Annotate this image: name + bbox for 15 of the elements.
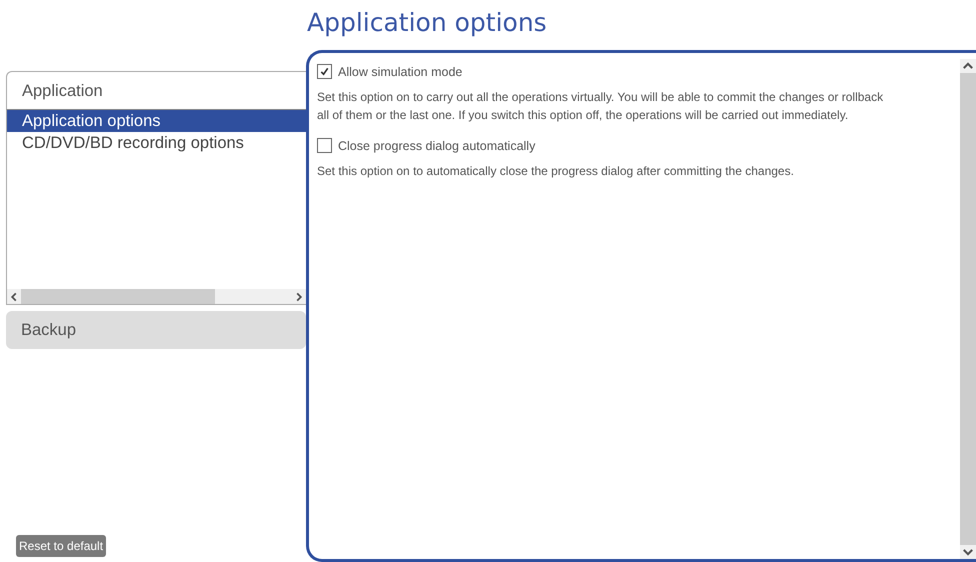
group-header[interactable]: Backup <box>6 311 306 349</box>
list-item[interactable]: Application options <box>7 110 306 132</box>
option-description: Set this option on to automatically close the progress dialog after committing the changes. <box>317 163 795 180</box>
page-title: Application options <box>307 8 547 37</box>
group-header[interactable]: Application <box>6 71 306 110</box>
vertical-scrollbar[interactable] <box>960 59 976 559</box>
option-label[interactable]: Allow simulation mode <box>338 64 462 78</box>
reset-button[interactable]: Reset to default <box>16 535 106 557</box>
checkbox[interactable] <box>317 138 332 153</box>
horizontal-scrollbar[interactable] <box>7 289 306 304</box>
option-label[interactable]: Close progress dialog automatically <box>338 138 536 152</box>
option-description: Set this option on to carry out all the operations virtually. You will be able to commit the changes or rollback all of them or the last one. If you switch this option off, the operations will be carried out immediately. <box>317 89 884 124</box>
list-item[interactable]: CD/DVD/BD recording options <box>7 132 306 154</box>
checkbox[interactable] <box>317 64 332 79</box>
checkmark-icon <box>319 66 330 77</box>
